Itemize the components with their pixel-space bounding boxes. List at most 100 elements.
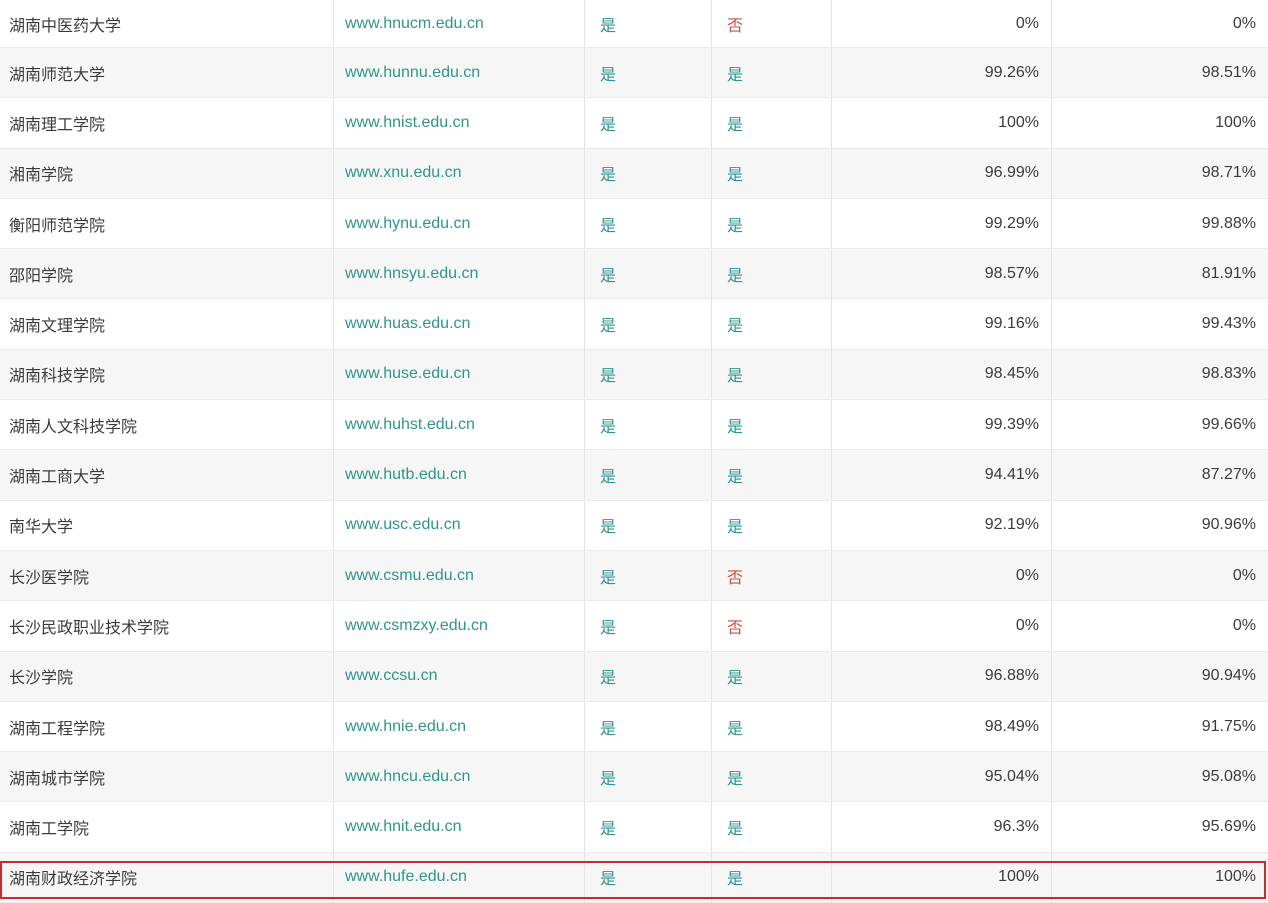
university-name: 湘南学院 <box>0 149 334 198</box>
percent-value-1: 0% <box>832 0 1052 47</box>
status-flag-2: 是 <box>712 98 832 147</box>
table-row: 湖南工学院 www.hnit.edu.cn 是 是 96.3% 95.69% <box>0 802 1268 852</box>
percent-value-1: 99.29% <box>832 199 1052 248</box>
status-flag-1: 是 <box>585 501 712 550</box>
university-url-link[interactable]: www.hunnu.edu.cn <box>334 48 585 97</box>
university-name: 湖南人文科技学院 <box>0 400 334 449</box>
status-flag-2: 是 <box>712 702 832 751</box>
percent-value-2: 99.66% <box>1052 400 1268 449</box>
university-name: 长沙学院 <box>0 652 334 701</box>
percent-value-2: 0% <box>1052 551 1268 600</box>
status-flag-1: 是 <box>585 199 712 248</box>
table-row-highlighted: 湖南财政经济学院 www.hufe.edu.cn 是 是 100% 100% <box>0 853 1268 903</box>
table-row: 长沙民政职业技术学院 www.csmzxy.edu.cn 是 否 0% 0% <box>0 601 1268 651</box>
percent-value-2: 95.08% <box>1052 752 1268 801</box>
status-flag-2: 是 <box>712 853 832 902</box>
status-flag-2: 否 <box>712 601 832 650</box>
university-url-link[interactable]: www.hutb.edu.cn <box>334 450 585 499</box>
university-name: 南华大学 <box>0 501 334 550</box>
table-row: 长沙医学院 www.csmu.edu.cn 是 否 0% 0% <box>0 551 1268 601</box>
table-row: 衡阳师范学院 www.hynu.edu.cn 是 是 99.29% 99.88% <box>0 199 1268 249</box>
percent-value-2: 81.91% <box>1052 249 1268 298</box>
university-url-link[interactable]: www.hncu.edu.cn <box>334 752 585 801</box>
percent-value-2: 98.51% <box>1052 48 1268 97</box>
percent-value-2: 100% <box>1052 853 1268 902</box>
percent-value-1: 96.99% <box>832 149 1052 198</box>
percent-value-1: 98.45% <box>832 350 1052 399</box>
university-url-link[interactable]: www.csmzxy.edu.cn <box>334 601 585 650</box>
table-row: 长沙学院 www.ccsu.cn 是 是 96.88% 90.94% <box>0 652 1268 702</box>
percent-value-1: 98.49% <box>832 702 1052 751</box>
university-url-link[interactable]: www.xnu.edu.cn <box>334 149 585 198</box>
university-name: 长沙医学院 <box>0 551 334 600</box>
status-flag-1: 是 <box>585 601 712 650</box>
status-flag-1: 是 <box>585 802 712 851</box>
university-name: 衡阳师范学院 <box>0 199 334 248</box>
university-url-link[interactable]: www.hnie.edu.cn <box>334 702 585 751</box>
status-flag-2: 是 <box>712 199 832 248</box>
percent-value-2: 0% <box>1052 0 1268 47</box>
status-flag-1: 是 <box>585 752 712 801</box>
percent-value-1: 95.04% <box>832 752 1052 801</box>
status-flag-2: 是 <box>712 249 832 298</box>
status-flag-1: 是 <box>585 249 712 298</box>
university-url-link[interactable]: www.hnist.edu.cn <box>334 98 585 147</box>
university-url-link[interactable]: www.usc.edu.cn <box>334 501 585 550</box>
percent-value-1: 99.26% <box>832 48 1052 97</box>
status-flag-1: 是 <box>585 551 712 600</box>
university-url-link[interactable]: www.csmu.edu.cn <box>334 551 585 600</box>
university-url-link[interactable]: www.huse.edu.cn <box>334 350 585 399</box>
status-flag-1: 是 <box>585 400 712 449</box>
percent-value-2: 98.71% <box>1052 149 1268 198</box>
university-url-link[interactable]: www.ccsu.cn <box>334 652 585 701</box>
table-row: 湖南科技学院 www.huse.edu.cn 是 是 98.45% 98.83% <box>0 350 1268 400</box>
table-row: 湖南工程学院 www.hnie.edu.cn 是 是 98.49% 91.75% <box>0 702 1268 752</box>
status-flag-2: 是 <box>712 400 832 449</box>
table-row: 湖南文理学院 www.huas.edu.cn 是 是 99.16% 99.43% <box>0 299 1268 349</box>
percent-value-2: 99.43% <box>1052 299 1268 348</box>
status-flag-2: 是 <box>712 350 832 399</box>
university-url-link[interactable]: www.hufe.edu.cn <box>334 853 585 902</box>
percent-value-1: 99.39% <box>832 400 1052 449</box>
university-url-link[interactable]: www.hynu.edu.cn <box>334 199 585 248</box>
percent-value-1: 96.88% <box>832 652 1052 701</box>
status-flag-2: 是 <box>712 752 832 801</box>
table-row: 湖南人文科技学院 www.huhst.edu.cn 是 是 99.39% 99.… <box>0 400 1268 450</box>
status-flag-2: 否 <box>712 0 832 47</box>
percent-value-1: 99.16% <box>832 299 1052 348</box>
percent-value-1: 100% <box>832 98 1052 147</box>
percent-value-2: 90.96% <box>1052 501 1268 550</box>
percent-value-2: 87.27% <box>1052 450 1268 499</box>
university-name: 湖南师范大学 <box>0 48 334 97</box>
table-row: 湘南学院 www.xnu.edu.cn 是 是 96.99% 98.71% <box>0 149 1268 199</box>
university-url-link[interactable]: www.huas.edu.cn <box>334 299 585 348</box>
percent-value-2: 91.75% <box>1052 702 1268 751</box>
university-url-link[interactable]: www.hnucm.edu.cn <box>334 0 585 47</box>
percent-value-1: 96.3% <box>832 802 1052 851</box>
university-name: 邵阳学院 <box>0 249 334 298</box>
status-flag-1: 是 <box>585 853 712 902</box>
university-compliance-table: 湖南中医药大学 www.hnucm.edu.cn 是 否 0% 0% 湖南师范大… <box>0 0 1268 903</box>
university-name: 湖南文理学院 <box>0 299 334 348</box>
status-flag-2: 是 <box>712 48 832 97</box>
university-url-link[interactable]: www.hnsyu.edu.cn <box>334 249 585 298</box>
university-name: 湖南工程学院 <box>0 702 334 751</box>
university-url-link[interactable]: www.huhst.edu.cn <box>334 400 585 449</box>
university-name: 长沙民政职业技术学院 <box>0 601 334 650</box>
status-flag-1: 是 <box>585 702 712 751</box>
percent-value-1: 92.19% <box>832 501 1052 550</box>
table-row: 湖南师范大学 www.hunnu.edu.cn 是 是 99.26% 98.51… <box>0 48 1268 98</box>
percent-value-2: 90.94% <box>1052 652 1268 701</box>
status-flag-1: 是 <box>585 0 712 47</box>
table-row: 湖南城市学院 www.hncu.edu.cn 是 是 95.04% 95.08% <box>0 752 1268 802</box>
percent-value-1: 98.57% <box>832 249 1052 298</box>
status-flag-2: 否 <box>712 551 832 600</box>
percent-value-1: 0% <box>832 601 1052 650</box>
university-url-link[interactable]: www.hnit.edu.cn <box>334 802 585 851</box>
status-flag-2: 是 <box>712 450 832 499</box>
table-row: 湖南中医药大学 www.hnucm.edu.cn 是 否 0% 0% <box>0 0 1268 48</box>
status-flag-1: 是 <box>585 299 712 348</box>
percent-value-2: 98.83% <box>1052 350 1268 399</box>
percent-value-2: 100% <box>1052 98 1268 147</box>
status-flag-1: 是 <box>585 450 712 499</box>
